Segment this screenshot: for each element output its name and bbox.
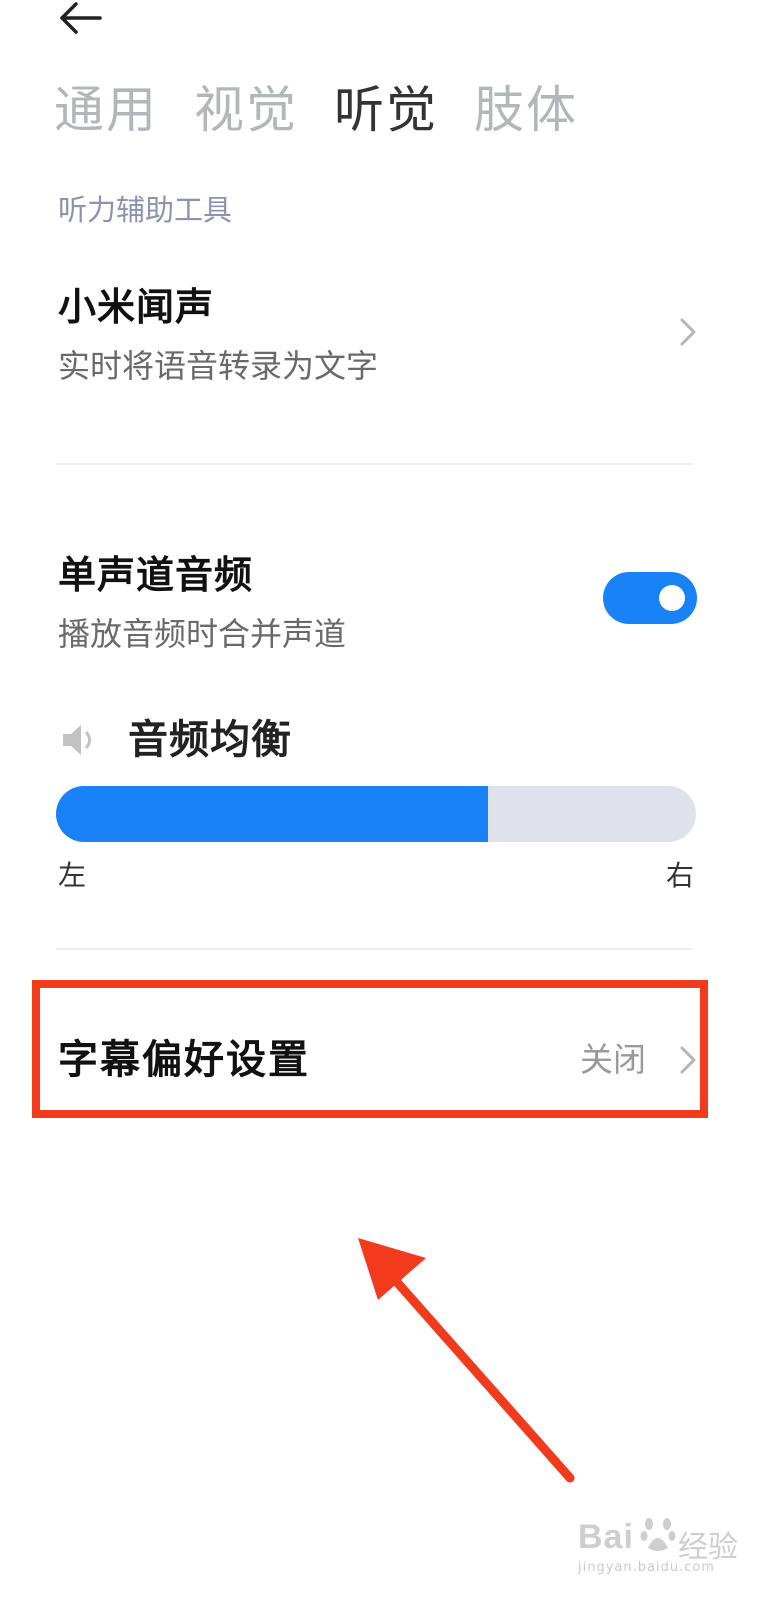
xiaomi-wensheng-row[interactable]: 小米闻声 实时将语音转录为文字 xyxy=(0,270,767,450)
chevron-right-icon xyxy=(680,318,696,346)
balance-left-label: 左 xyxy=(58,859,87,892)
accessibility-settings-screen: 通用 视觉 听觉 肢体 听力辅助工具 小米闻声 实时将语音转录为文字 单声道音频… xyxy=(0,0,767,1600)
audio-balance-slider-fill xyxy=(56,786,488,842)
back-button[interactable] xyxy=(56,0,106,40)
balance-right-label: 右 xyxy=(666,859,695,892)
category-tabs: 通用 视觉 听觉 肢体 xyxy=(54,78,578,142)
annotation-highlight-box xyxy=(32,980,708,1118)
xiaomi-wensheng-subtitle: 实时将语音转录为文字 xyxy=(58,347,379,385)
toggle-knob xyxy=(659,585,685,611)
mono-audio-subtitle: 播放音频时合并声道 xyxy=(58,615,347,653)
tab-general[interactable]: 通用 xyxy=(54,78,158,142)
xiaomi-wensheng-title: 小米闻声 xyxy=(58,285,215,329)
speaker-icon xyxy=(63,725,91,755)
tab-hearing[interactable]: 听觉 xyxy=(334,78,438,142)
watermark-url: jingyan.baidu.com xyxy=(578,1560,715,1575)
divider xyxy=(56,463,692,465)
baidu-jingyan-watermark: Bai 经验 jingyan.baidu.com xyxy=(578,1510,758,1580)
divider xyxy=(56,948,692,950)
annotation-arrow-icon xyxy=(358,1238,575,1483)
tab-physical[interactable]: 肢体 xyxy=(474,78,578,142)
paw-logo-icon xyxy=(640,1518,676,1551)
mono-audio-toggle[interactable] xyxy=(603,572,697,624)
audio-balance-slider[interactable] xyxy=(56,786,696,842)
arrow-left-icon xyxy=(60,2,102,34)
tab-vision[interactable]: 视觉 xyxy=(194,78,298,142)
watermark-brand: Bai xyxy=(578,1518,634,1556)
mono-audio-title: 单声道音频 xyxy=(58,553,254,597)
section-header-hearing-aids: 听力辅助工具 xyxy=(58,193,233,227)
audio-balance-title: 音频均衡 xyxy=(128,717,292,763)
